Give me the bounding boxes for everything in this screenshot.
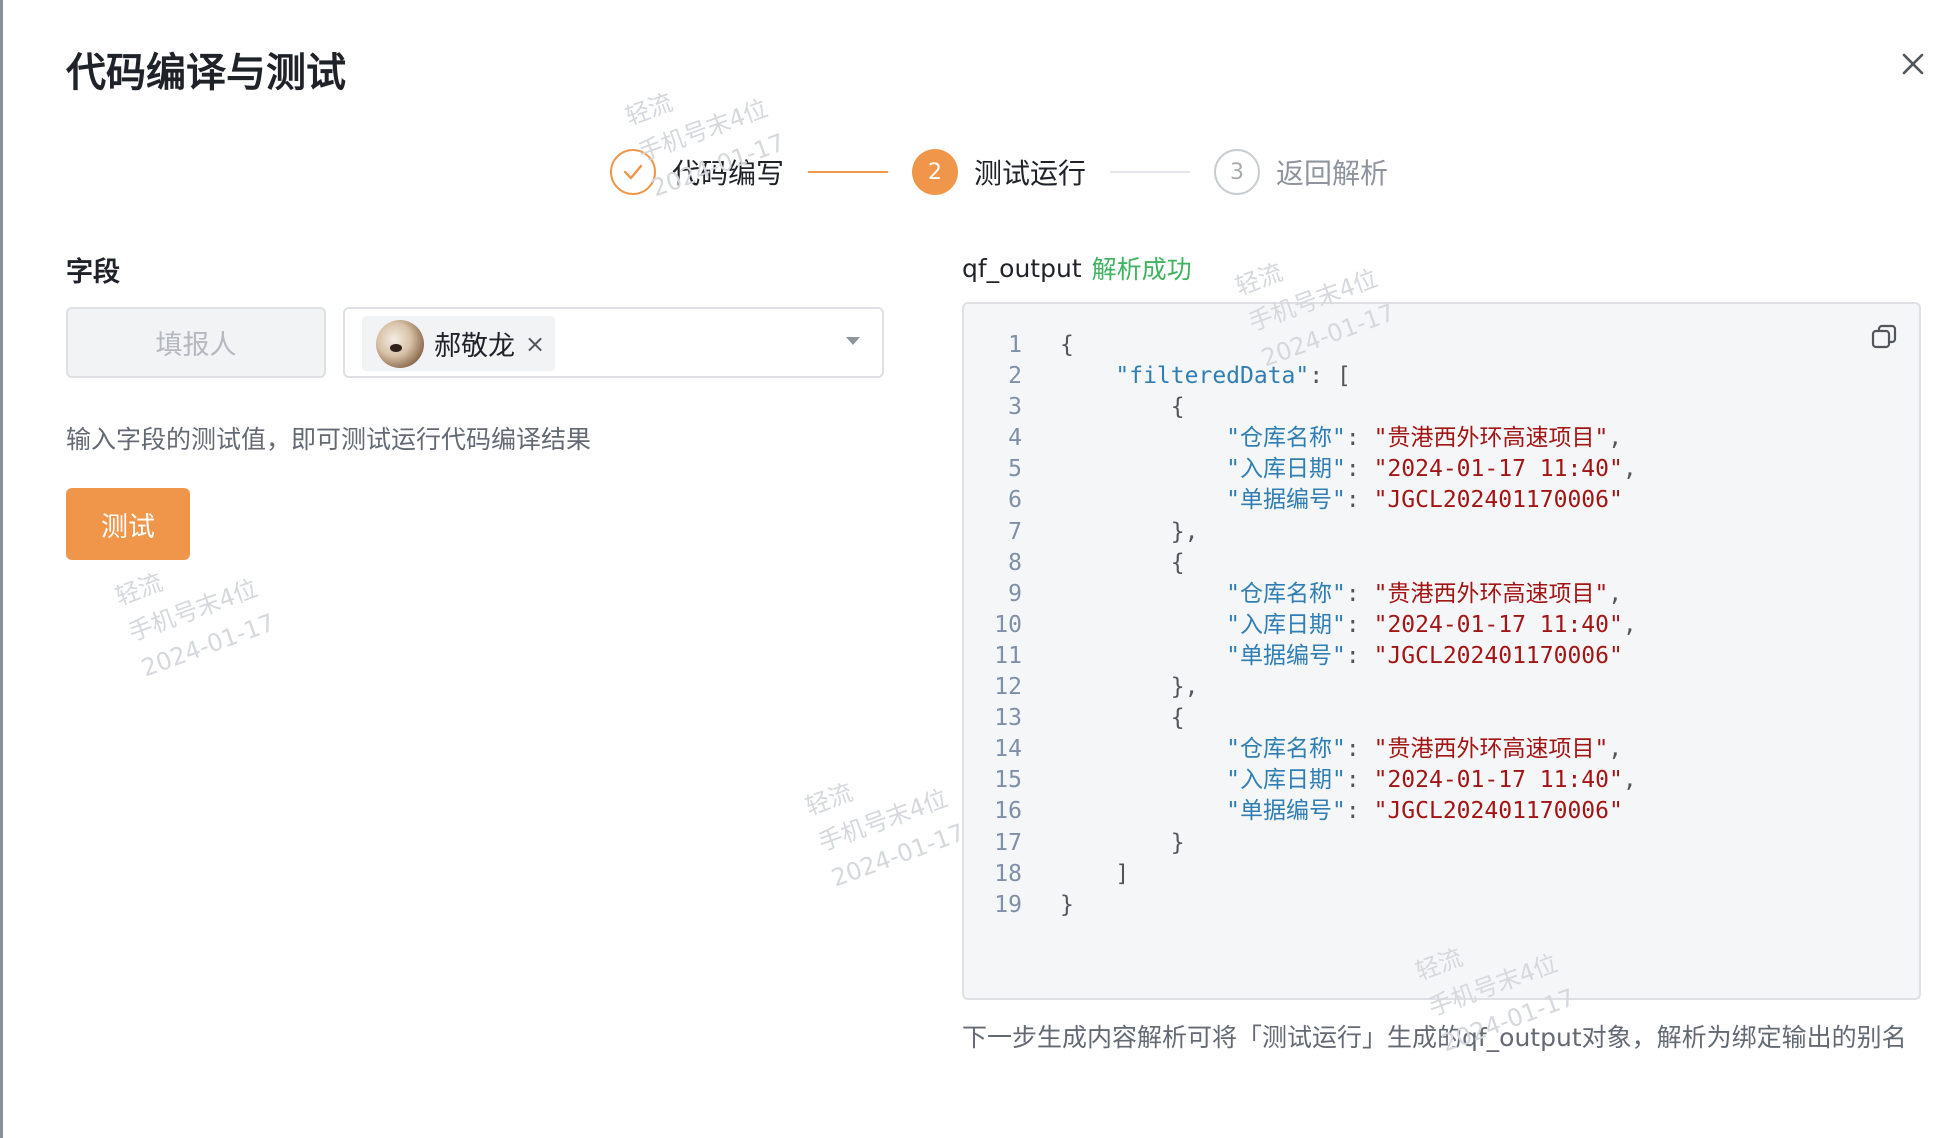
code-text: "filteredData": [ bbox=[1115, 363, 1351, 390]
line-number: 3 bbox=[1008, 394, 1022, 421]
code-text: } bbox=[1170, 829, 1185, 856]
close-button[interactable] bbox=[1895, 46, 1931, 82]
code-text: "单据编号": "JGCL202401170006" bbox=[1226, 642, 1623, 669]
line-number: 9 bbox=[1008, 580, 1022, 607]
code-text: "仓库名称": "贵港西外环高速项目", bbox=[1226, 580, 1623, 607]
step-number: 3 bbox=[1214, 149, 1261, 195]
remove-tag-icon[interactable]: × bbox=[525, 330, 545, 358]
code-text: "单据编号": "JGCL202401170006" bbox=[1226, 798, 1623, 825]
code-line: 16 "单据编号": "JGCL202401170006" bbox=[964, 796, 1919, 827]
line-number: 13 bbox=[994, 705, 1022, 732]
code-text: }, bbox=[1170, 674, 1199, 701]
code-text: "入库日期": "2024-01-17 11:40", bbox=[1226, 611, 1637, 638]
code-line: 7 }, bbox=[964, 517, 1919, 548]
step-label: 测试运行 bbox=[974, 157, 1087, 190]
code-line: 17 } bbox=[964, 828, 1919, 859]
line-number: 4 bbox=[1008, 425, 1022, 452]
code-text: }, bbox=[1170, 518, 1199, 545]
code-text: "入库日期": "2024-01-17 11:40", bbox=[1226, 767, 1637, 794]
code-text: { bbox=[1060, 332, 1074, 358]
step-code-writing[interactable]: 代码编写 bbox=[610, 149, 784, 195]
line-number: 6 bbox=[1008, 487, 1022, 514]
member-name: 郝敬龙 bbox=[434, 331, 515, 362]
code-line: 19} bbox=[964, 890, 1919, 921]
footer-hint: 下一步生成内容解析可将「测试运行」生成的qf_output对象，解析为绑定输出的… bbox=[962, 1023, 1907, 1052]
dialog-title: 代码编译与测试 bbox=[66, 50, 346, 96]
code-line: 13 { bbox=[964, 703, 1919, 734]
code-text: { bbox=[1170, 394, 1185, 421]
code-line: 10 "入库日期": "2024-01-17 11:40", bbox=[964, 610, 1919, 641]
line-number: 10 bbox=[994, 611, 1022, 638]
output-header: qf_output 解析成功 bbox=[962, 250, 1192, 286]
window-edge bbox=[0, 0, 3, 1138]
code-line: 9 "仓库名称": "贵港西外环高速项目", bbox=[964, 579, 1919, 610]
step-label: 返回解析 bbox=[1276, 157, 1389, 190]
field-section-title: 字段 bbox=[66, 257, 120, 288]
code-text: "仓库名称": "贵港西外环高速项目", bbox=[1226, 425, 1623, 452]
test-button[interactable]: 测试 bbox=[66, 488, 190, 560]
code-text: "入库日期": "2024-01-17 11:40", bbox=[1226, 456, 1637, 483]
line-number: 16 bbox=[994, 798, 1022, 825]
step-number: 2 bbox=[912, 149, 959, 195]
close-icon bbox=[1902, 53, 1924, 75]
code-line: 3 { bbox=[964, 392, 1919, 423]
line-number: 7 bbox=[1008, 518, 1022, 545]
field-hint: 输入字段的测试值，即可测试运行代码编译结果 bbox=[66, 425, 592, 454]
check-icon bbox=[610, 149, 656, 195]
code-line: 5 "入库日期": "2024-01-17 11:40", bbox=[964, 454, 1919, 485]
avatar bbox=[376, 319, 424, 368]
code-line: 2 "filteredData": [ bbox=[964, 361, 1919, 392]
code-text: { bbox=[1170, 549, 1185, 576]
step-test-run[interactable]: 2 测试运行 bbox=[912, 149, 1086, 195]
code-lines: 1{2 "filteredData": [3 {4 "仓库名称": "贵港西外环… bbox=[964, 330, 1919, 921]
stepper: 代码编写 2 测试运行 3 返回解析 bbox=[610, 147, 1388, 197]
output-name: qf_output bbox=[962, 253, 1082, 283]
line-number: 8 bbox=[1008, 549, 1022, 576]
code-line: 12 }, bbox=[964, 672, 1919, 703]
line-number: 1 bbox=[1008, 332, 1022, 358]
line-number: 19 bbox=[994, 891, 1022, 918]
line-number: 15 bbox=[994, 767, 1022, 794]
step-connector bbox=[808, 171, 889, 173]
step-connector bbox=[1110, 171, 1191, 173]
watermark: 轻流 手机号末4位 2024-01-17 bbox=[801, 778, 969, 893]
line-number: 2 bbox=[1008, 363, 1022, 390]
parse-status: 解析成功 bbox=[1091, 255, 1192, 284]
line-number: 5 bbox=[1008, 456, 1022, 483]
step-return-parse[interactable]: 3 返回解析 bbox=[1214, 149, 1388, 195]
code-text: } bbox=[1060, 891, 1074, 918]
code-text: { bbox=[1170, 705, 1185, 732]
code-viewer[interactable]: 1{2 "filteredData": [3 {4 "仓库名称": "贵港西外环… bbox=[962, 302, 1921, 1000]
code-line: 15 "入库日期": "2024-01-17 11:40", bbox=[964, 765, 1919, 796]
field-name-box: 填报人 bbox=[66, 307, 326, 378]
code-line: 1{ bbox=[964, 330, 1919, 361]
step-label: 代码编写 bbox=[672, 157, 785, 190]
member-tag: 郝敬龙 × bbox=[362, 316, 556, 371]
code-text: ] bbox=[1115, 860, 1130, 887]
line-number: 18 bbox=[994, 860, 1022, 887]
line-number: 11 bbox=[994, 642, 1022, 669]
code-text: "仓库名称": "贵港西外环高速项目", bbox=[1226, 736, 1623, 763]
code-line: 14 "仓库名称": "贵港西外环高速项目", bbox=[964, 734, 1919, 765]
line-number: 12 bbox=[994, 674, 1022, 701]
code-line: 11 "单据编号": "JGCL202401170006" bbox=[964, 641, 1919, 672]
member-select[interactable]: 郝敬龙 × bbox=[343, 307, 884, 378]
code-line: 18 ] bbox=[964, 859, 1919, 890]
code-text: "单据编号": "JGCL202401170006" bbox=[1226, 487, 1623, 514]
caret-down-icon[interactable] bbox=[846, 337, 860, 345]
code-line: 8 { bbox=[964, 548, 1919, 579]
line-number: 17 bbox=[994, 829, 1022, 856]
line-number: 14 bbox=[994, 736, 1022, 763]
code-line: 4 "仓库名称": "贵港西外环高速项目", bbox=[964, 423, 1919, 454]
code-line: 6 "单据编号": "JGCL202401170006" bbox=[964, 485, 1919, 516]
